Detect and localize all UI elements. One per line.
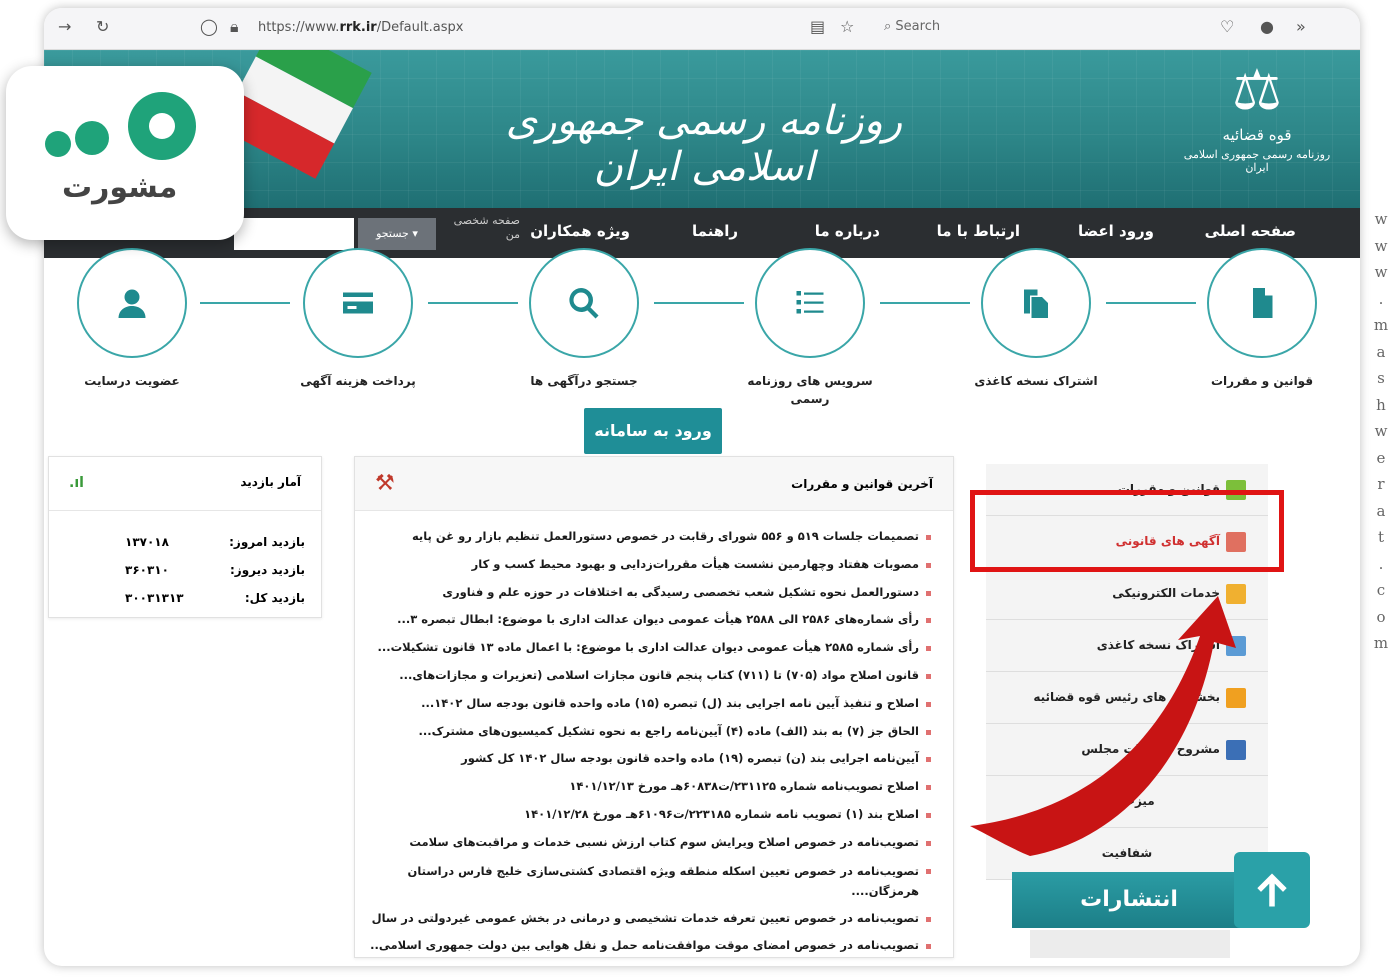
law-link[interactable]: قانون اصلاح مواد (۷۰۵) تا (۷۱۱) کتاب پنج…: [371, 662, 931, 690]
nav-member-login[interactable]: ورود اعضا: [1078, 222, 1154, 240]
side-item-e-services[interactable]: خدمات الکترونیکی: [986, 568, 1268, 620]
latest-laws-title: آخرین قوانین و مقررات: [791, 477, 933, 491]
law-link[interactable]: رأی شماره‌های ۲۵۸۶ الی ۲۵۸۸ هیأت عمومی د…: [371, 606, 931, 634]
search-dropdown-button[interactable]: ▾ جستجو: [358, 218, 436, 250]
personal-page-link[interactable]: صفحه شخصی من: [440, 214, 520, 242]
services-icon: [1226, 584, 1246, 604]
stat-row: بازدید دیروز: ۳۶۰۳۱۰: [125, 563, 305, 577]
search-input[interactable]: [234, 218, 354, 250]
nav-home[interactable]: صفحه اصلی: [1205, 222, 1296, 240]
law-link[interactable]: تصویب‌نامه در خصوص اصلاح ویرایش سوم کتاب…: [371, 829, 931, 857]
copy-icon: [1024, 289, 1048, 318]
logo-wordmark: مشورت: [62, 170, 178, 205]
law-link[interactable]: تصمیمات جلسات ۵۱۹ و ۵۵۶ شورای رقابت در خ…: [371, 523, 931, 551]
highlight-box: [970, 490, 1284, 572]
people-icon: [1226, 740, 1246, 760]
reload-icon[interactable]: ↻: [96, 17, 109, 36]
arrow-up-icon: [1257, 873, 1287, 907]
gavel-icon: ⚒: [375, 471, 395, 496]
stat-row: بازدید امروز: ۱۳۷۰۱۸: [125, 535, 305, 549]
law-link[interactable]: تصویب‌نامه در خصوص تعیین تعرفه خدمات تشخ…: [371, 905, 931, 933]
law-link[interactable]: تصویب‌نامه در خصوص امضای موقت موافقت‌نام…: [371, 932, 931, 957]
card-icon: [343, 292, 373, 314]
list-icon: [796, 291, 824, 314]
side-item-paper-subscription[interactable]: اشتراک نسخه کاغذی: [986, 620, 1268, 672]
law-link[interactable]: اصلاح بند (۱) تصویب نامه شماره ۲۲۳۱۸۵/ت۶…: [371, 801, 931, 829]
copy-icon: [1226, 636, 1246, 656]
nav-contact[interactable]: ارتباط با ما: [937, 222, 1020, 240]
forward-icon[interactable]: →: [58, 17, 71, 36]
latest-laws-list: تصمیمات جلسات ۵۱۹ و ۵۵۶ شورای رقابت در خ…: [371, 523, 931, 957]
lock-icon: 🔒︎: [230, 17, 239, 36]
mashwerat-logo: مشورت: [6, 66, 244, 240]
nav-colleagues[interactable]: ویژه همکاران: [530, 222, 630, 240]
site-title: روزنامه رسمی جمهوری اسلامی ایران: [505, 98, 903, 190]
law-link[interactable]: آیین‌نامه اجرایی بند (ن) تبصره (۱۹) ماده…: [371, 745, 931, 773]
shield-icon[interactable]: ◯: [200, 17, 218, 36]
service-search-ads[interactable]: جستجو درآگهی ها: [514, 248, 654, 390]
nav-about[interactable]: درباره ما: [815, 222, 880, 240]
service-register[interactable]: عضویت درسایت: [62, 248, 202, 390]
judiciary-emblem[interactable]: ⚖ قوه قضائیه روزنامه رسمی جمهوری اسلامی …: [1182, 56, 1332, 206]
bookmark-star-icon[interactable]: ☆: [840, 17, 854, 36]
address-bar[interactable]: https://www.rrk.ir/Default.aspx: [258, 20, 463, 35]
side-item-service-desk[interactable]: میزخدمت: [986, 776, 1268, 828]
law-link[interactable]: الحاق جز (۷) به بند (الف) ماده (۴) آیین‌…: [371, 718, 931, 746]
law-link[interactable]: اصلاح و تنفیذ آیین نامه اجرایی بند (ل) ت…: [371, 690, 931, 718]
visit-stats-panel: آمار بازدید .ıl بازدید امروز: ۱۳۷۰۱۸ بازد…: [48, 456, 322, 618]
law-link[interactable]: تصویب‌نامه در خصوص تعیین اسکله منطقه ویژ…: [371, 857, 931, 905]
law-link[interactable]: رأی شماره ۲۵۸۵ هیأت عمومی دیوان عدالت اد…: [371, 634, 931, 662]
overflow-chevron-icon[interactable]: »: [1296, 17, 1306, 36]
signal-bars-icon: .ıl: [69, 475, 84, 491]
scroll-to-top-button[interactable]: [1234, 852, 1310, 928]
service-official-gazette[interactable]: سرویس های روزنامه رسمی: [740, 248, 880, 408]
login-system-button[interactable]: ورود به سامانه: [584, 408, 722, 454]
side-item-parliament[interactable]: مشروح مذاکرات مجلس: [986, 724, 1268, 776]
service-pay-ad-fee[interactable]: پرداخت هزینه آگهی: [288, 248, 428, 390]
extension-icon[interactable]: ●: [1260, 17, 1274, 36]
reader-icon[interactable]: ▤: [810, 17, 825, 36]
browser-toolbar: → ↻ ◯ 🔒︎ https://www.rrk.ir/Default.aspx…: [44, 8, 1360, 50]
scales-icon: ⚖: [1231, 58, 1283, 123]
law-link[interactable]: مصوبات هفتاد وچهارمین نشست هیأت مقررات‌ز…: [371, 551, 931, 579]
document-icon: [1253, 288, 1273, 318]
search-icon: [569, 288, 599, 319]
watermark-text: www.mashwerat.com: [1373, 210, 1389, 652]
service-paper-subscription[interactable]: اشتراک نسخه کاغذی: [966, 248, 1106, 390]
logo-mark-icon: [45, 92, 196, 160]
scales-icon: [1226, 688, 1246, 708]
service-laws[interactable]: قوانین و مقررات: [1192, 248, 1332, 390]
latest-laws-panel: آخرین قوانین و مقررات ⚒ تصمیمات جلسات ۵۱…: [354, 456, 954, 958]
law-link[interactable]: دستورالعمل نحوه تشکیل شعب تخصصی رسیدگی ب…: [371, 579, 931, 607]
law-link[interactable]: اصلاح تصویب‌نامه شماره ۲۳۱۱۲۵/ت۶۰۸۳۸هـ م…: [371, 773, 931, 801]
publications-button[interactable]: انتشارات: [1012, 872, 1246, 928]
nav-help[interactable]: راهنما: [692, 222, 738, 240]
pocket-icon[interactable]: ♡: [1220, 17, 1234, 36]
browser-search-field[interactable]: ⌕ Search: [884, 19, 940, 34]
user-icon: [118, 289, 146, 318]
side-item-circulars[interactable]: بخشنامه های رئیس قوه قضائیه: [986, 672, 1268, 724]
stat-row: بازدید کل: ۳۰۰۳۱۳۱۳: [125, 591, 305, 605]
publications-panel: [1030, 930, 1230, 958]
stats-title: آمار بازدید: [240, 475, 301, 489]
